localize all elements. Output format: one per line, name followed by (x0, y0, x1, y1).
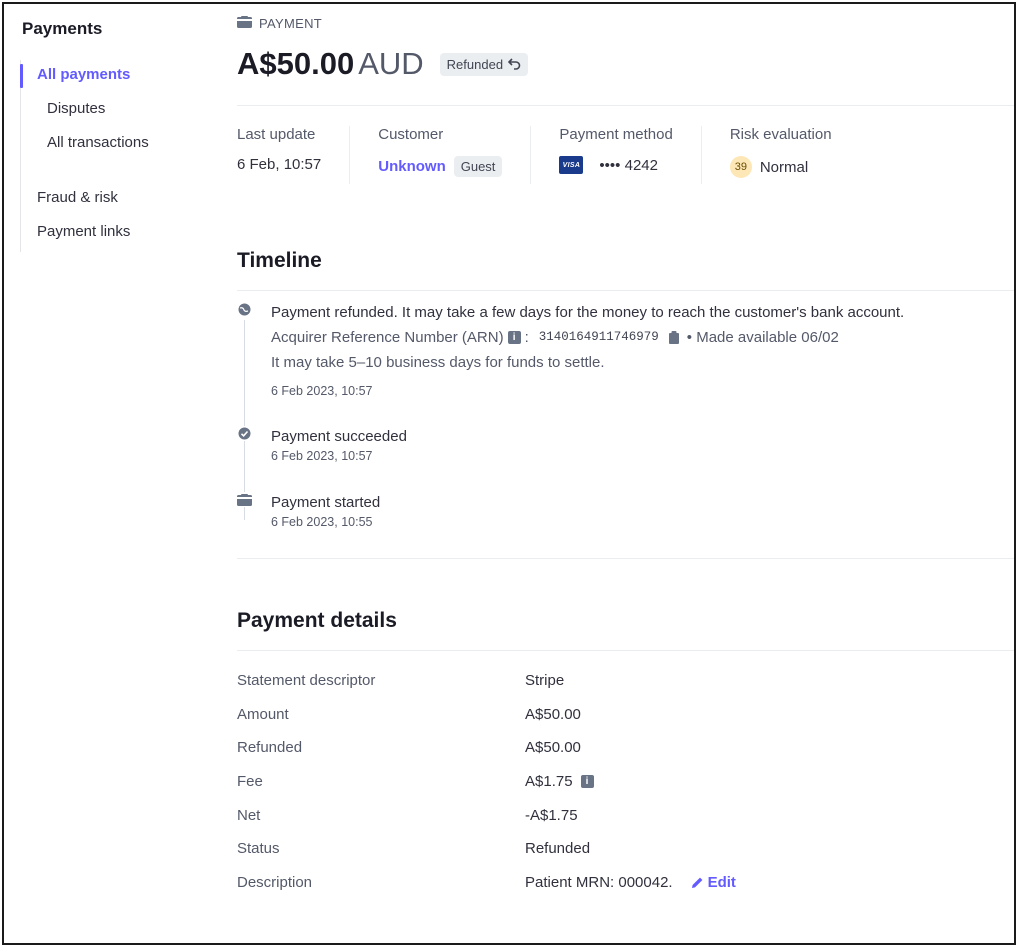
detail-row: Description Patient MRN: 000042. Edit (237, 874, 1014, 908)
timeline-line (244, 320, 245, 520)
risk-value[interactable]: Normal (760, 159, 808, 176)
detail-value: Refunded (525, 840, 591, 857)
detail-label: Amount (237, 706, 289, 723)
arn-row: Acquirer Reference Number (ARN) i : 3140… (271, 325, 904, 350)
arn-label: Acquirer Reference Number (ARN) (271, 329, 504, 346)
detail-row: Refunded A$50.00 (237, 739, 1014, 773)
detail-value-row: Patient MRN: 000042. Edit (525, 874, 736, 891)
sidebar-item-disputes[interactable]: Disputes (47, 100, 105, 117)
timeline-event-body: Payment started 6 Feb 2023, 10:55 (271, 490, 380, 529)
detail-label: Net (237, 807, 261, 824)
sidebar-nav: All payments Disputes All transactions F… (20, 60, 210, 252)
detail-value: A$50.00 (525, 706, 581, 723)
customer-value-row: Unknown Guest (378, 156, 503, 177)
last-update-label: Last update (237, 126, 316, 143)
detail-label: Refunded (237, 739, 303, 756)
timeline-event-body: Payment succeeded 6 Feb 2023, 10:57 (271, 424, 407, 463)
last-update-col: Last update 6 Feb, 10:57 (237, 126, 351, 184)
active-indicator (20, 64, 23, 88)
detail-value: Stripe (525, 672, 565, 689)
edit-description-button[interactable]: Edit (691, 874, 736, 891)
sidebar-item-all-transactions[interactable]: All transactions (47, 134, 149, 151)
timeline-event-date: 6 Feb 2023, 10:57 (271, 449, 373, 463)
detail-label: Status (237, 840, 280, 857)
risk-value-row: 39 Normal (729, 156, 832, 178)
detail-value: A$50.00 (525, 739, 581, 756)
description-value: Patient MRN: 000042. (525, 874, 673, 891)
timeline-event-body: Payment refunded. It may take a few days… (271, 300, 904, 398)
sidebar-item-payment-links[interactable]: Payment links (37, 223, 130, 240)
timeline-event-date: 6 Feb 2023, 10:55 (271, 515, 373, 529)
status-badge: Refunded (439, 52, 529, 76)
guest-badge: Guest (453, 156, 503, 177)
pencil-icon (691, 877, 702, 888)
detail-value-row: A$1.75 i (525, 773, 594, 790)
payment-page: Payments All payments Disputes All trans… (2, 2, 1016, 945)
last-update-value: 6 Feb, 10:57 (237, 156, 322, 173)
copy-icon[interactable] (668, 331, 679, 344)
detail-row: Amount A$50.00 (237, 706, 1014, 740)
customer-col: Customer Unknown Guest (378, 126, 532, 184)
detail-row: Status Refunded (237, 840, 1014, 874)
risk-col: Risk evaluation 39 Normal (729, 126, 860, 184)
refund-icon (508, 58, 521, 70)
check-circle-icon (237, 426, 252, 441)
payment-method-value: VISA •••• 4242 (559, 156, 672, 174)
payment-method-label: Payment method (559, 126, 673, 143)
amount-row: A$50.00 AUD Refunded (237, 46, 529, 82)
timeline-event-date: 6 Feb 2023, 10:57 (271, 384, 373, 398)
status-badge-label: Refunded (446, 56, 504, 72)
detail-label: Statement descriptor (237, 672, 376, 689)
divider (237, 105, 1014, 106)
sidebar-title: Payments (22, 19, 103, 38)
payment-icon (237, 16, 252, 31)
customer-link[interactable]: Unknown (378, 158, 446, 175)
payment-method-col: Payment method VISA •••• 4242 (559, 126, 702, 184)
card-last4: •••• 4242 (599, 156, 658, 174)
divider (237, 558, 1014, 559)
timeline-event-text: Payment refunded. It may take a few days… (271, 304, 905, 321)
sidebar-item-fraud-risk[interactable]: Fraud & risk (37, 189, 118, 206)
made-available: • Made available 06/02 (686, 329, 839, 346)
timeline-title: Timeline (237, 249, 322, 272)
payment-summary: Last update 6 Feb, 10:57 Customer Unknow… (237, 126, 888, 184)
detail-label: Description (237, 874, 313, 891)
payment-details-title: Payment details (237, 609, 397, 632)
detail-value: A$1.75 (525, 773, 573, 790)
risk-score-badge: 39 (729, 156, 752, 178)
info-icon[interactable]: i (507, 331, 521, 344)
arn-value: 3140164911746979 (538, 330, 659, 344)
breadcrumb: PAYMENT (237, 16, 322, 31)
info-icon[interactable]: i (580, 775, 594, 788)
visa-card-icon: VISA (559, 156, 584, 174)
refund-globe-icon (237, 302, 252, 317)
settle-note: It may take 5–10 business days for funds… (271, 354, 605, 371)
detail-row: Statement descriptor Stripe (237, 672, 1014, 706)
timeline-event-text: Payment started (271, 494, 381, 511)
customer-label: Customer (378, 126, 444, 143)
payment-amount: A$50.00 (237, 46, 355, 81)
sidebar-item-all-payments[interactable]: All payments (37, 66, 130, 83)
divider (237, 650, 1014, 651)
detail-label: Fee (237, 773, 263, 790)
risk-label: Risk evaluation (729, 126, 832, 143)
detail-row: Net -A$1.75 (237, 807, 1014, 841)
payment-icon (237, 492, 252, 507)
breadcrumb-label: PAYMENT (259, 16, 323, 31)
edit-label: Edit (707, 874, 736, 891)
detail-value: -A$1.75 (525, 807, 578, 824)
payment-currency: AUD (358, 46, 424, 81)
detail-row: Fee A$1.75 i (237, 773, 1014, 807)
timeline-event-text: Payment succeeded (271, 428, 407, 445)
divider (237, 290, 1014, 291)
